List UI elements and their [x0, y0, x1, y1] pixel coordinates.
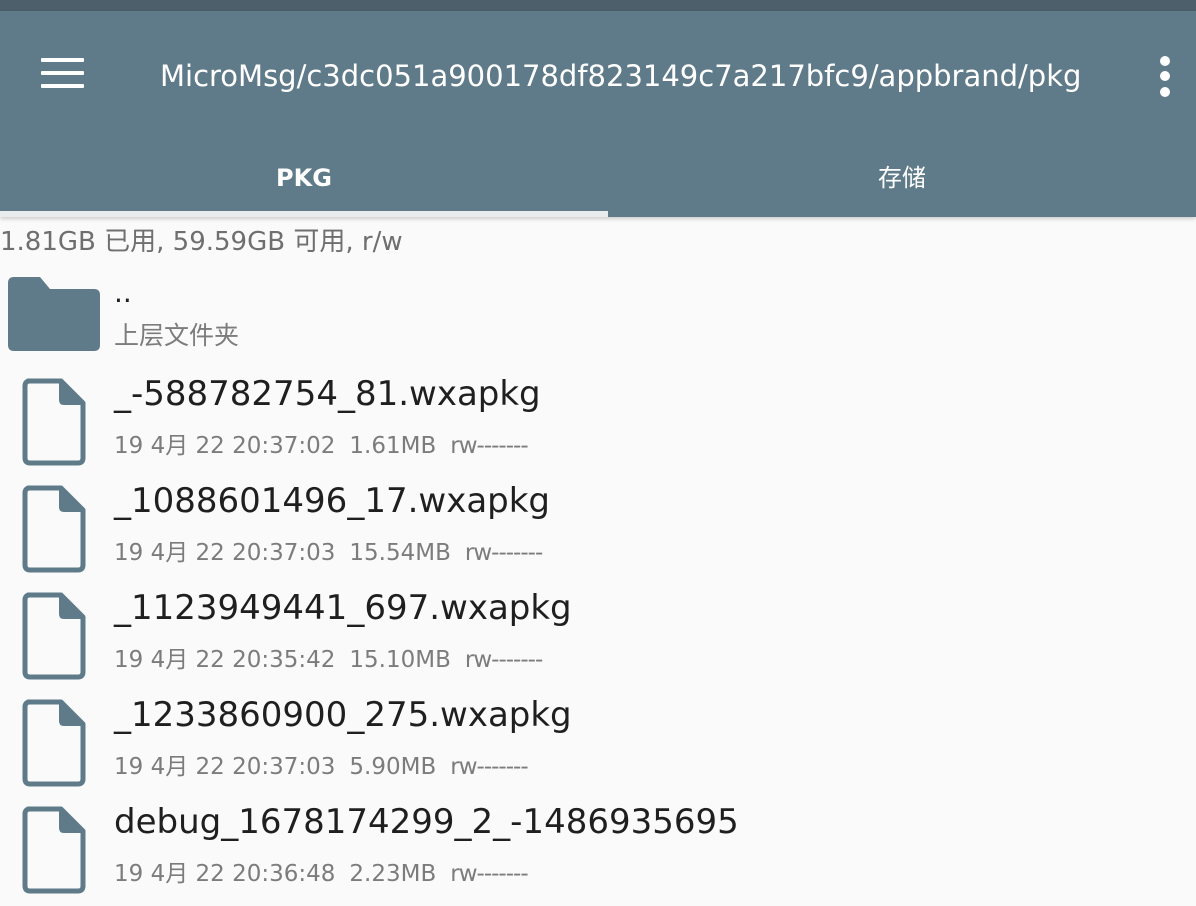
- file-row[interactable]: debug_1678174299_2_-1486935695 19 4月 22 …: [0, 800, 1196, 900]
- file-icon: [22, 699, 86, 791]
- menu-button[interactable]: [30, 43, 96, 103]
- file-name: _-588782754_81.wxapkg: [114, 374, 541, 414]
- tab-pkg[interactable]: PKG: [0, 139, 608, 217]
- parent-folder-name: ..: [114, 276, 132, 309]
- file-permissions: rw-------: [464, 540, 543, 566]
- tab-storage[interactable]: 存储: [608, 139, 1196, 217]
- file-name: _1123949441_697.wxapkg: [114, 588, 572, 628]
- file-name: _1088601496_17.wxapkg: [114, 481, 551, 521]
- file-size: 1.61MB: [349, 433, 437, 459]
- file-name: _1233860900_275.wxapkg: [114, 695, 572, 735]
- file-size: 15.10MB: [349, 647, 451, 673]
- file-permissions: rw-------: [450, 861, 528, 887]
- path-title: MicroMsg/c3dc051a900178df823149c7a217bfc…: [160, 59, 1082, 93]
- status-bar: [0, 0, 1196, 11]
- file-meta: 19 4月 22 20:37:03 15.54MB rw-------: [114, 533, 556, 567]
- parent-folder-row[interactable]: .. 上层文件夹: [0, 272, 1196, 358]
- file-meta: 19 4月 22 20:37:02 1.61MB rw-------: [114, 426, 542, 460]
- file-size: 15.54MB: [349, 540, 451, 566]
- overflow-menu-button[interactable]: [1140, 51, 1192, 111]
- file-size: 2.23MB: [349, 861, 437, 887]
- file-permissions: rw-------: [450, 754, 528, 780]
- file-row[interactable]: _1088601496_17.wxapkg 19 4月 22 20:37:03 1…: [0, 479, 1196, 579]
- file-size: 5.90MB: [349, 754, 437, 780]
- file-meta: 19 4月 22 20:36:48 2.23MB rw-------: [114, 854, 542, 888]
- tab-indicator: [0, 211, 608, 217]
- file-icon: [22, 485, 86, 577]
- folder-icon: [8, 277, 100, 355]
- file-row[interactable]: _1123949441_697.wxapkg 19 4月 22 20:35:42…: [0, 586, 1196, 686]
- file-row[interactable]: _1233860900_275.wxapkg 19 4月 22 20:37:03…: [0, 693, 1196, 793]
- file-date: 19 4月 22 20:36:48: [114, 861, 336, 887]
- file-icon: [22, 806, 86, 898]
- file-meta: 19 4月 22 20:35:42 15.10MB rw-------: [114, 640, 556, 674]
- file-icon: [22, 592, 86, 684]
- file-date: 19 4月 22 20:37:02: [114, 433, 336, 459]
- file-date: 19 4月 22 20:37:03: [114, 540, 336, 566]
- file-date: 19 4月 22 20:37:03: [114, 754, 336, 780]
- file-name: debug_1678174299_2_-1486935695: [114, 802, 739, 842]
- file-date: 19 4月 22 20:35:42: [114, 647, 336, 673]
- file-permissions: rw-------: [464, 647, 543, 673]
- file-meta: 19 4月 22 20:37:03 5.90MB rw-------: [114, 747, 542, 781]
- file-permissions: rw-------: [450, 433, 528, 459]
- app-bar: MicroMsg/c3dc051a900178df823149c7a217bfc…: [0, 11, 1196, 217]
- file-icon: [22, 378, 86, 470]
- storage-info: 1.81GB 已用, 59.59GB 可用, r/w: [0, 227, 403, 257]
- file-row[interactable]: _-588782754_81.wxapkg 19 4月 22 20:37:02 1…: [0, 372, 1196, 472]
- parent-folder-subtitle: 上层文件夹: [114, 321, 240, 350]
